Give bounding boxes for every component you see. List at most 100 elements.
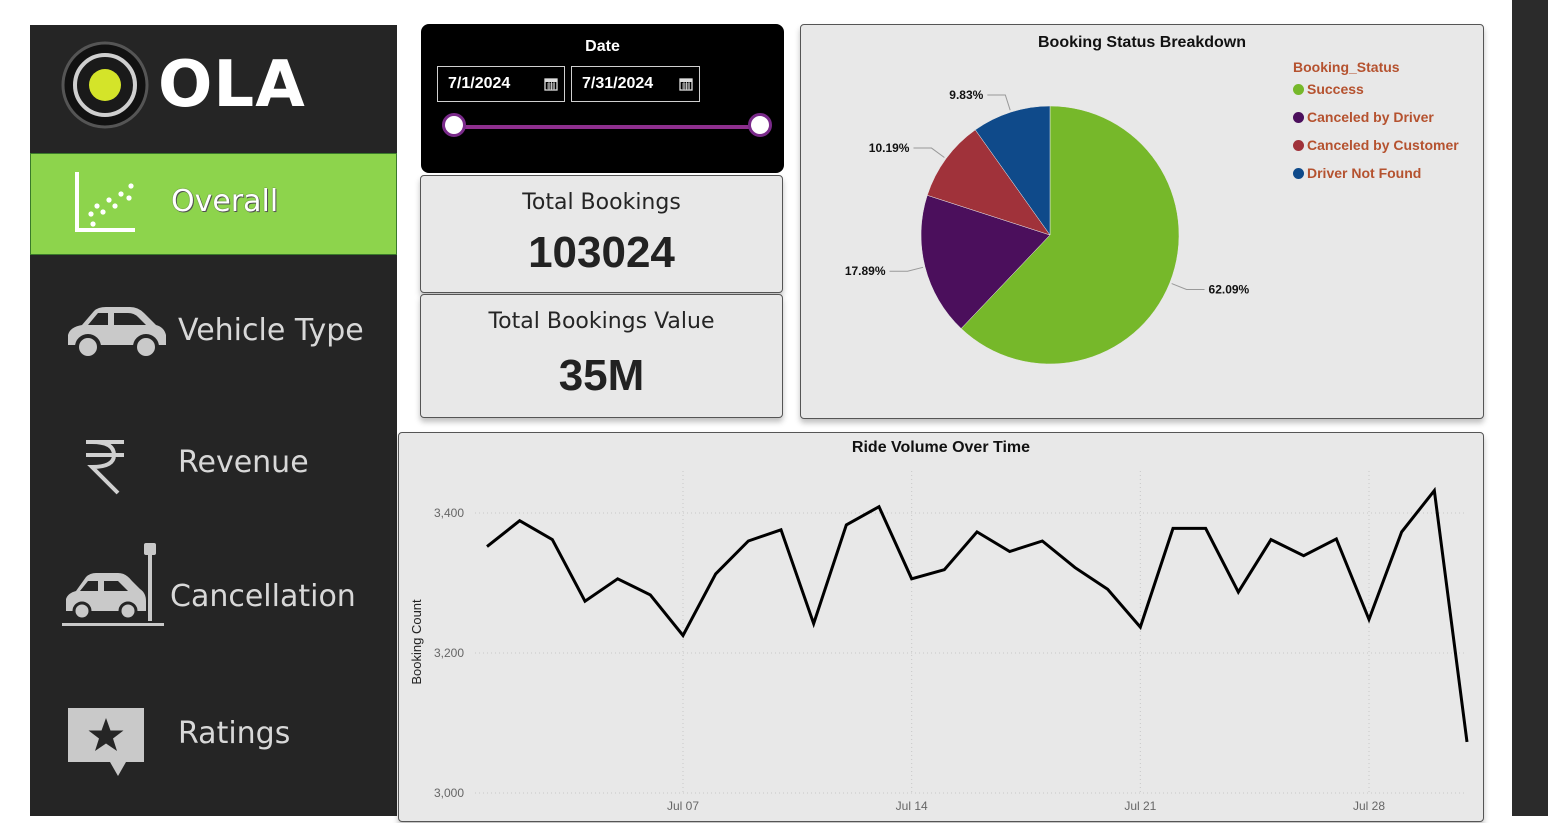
total-bookings-label: Total Bookings [522, 190, 681, 215]
booking-status-chart: Booking Status Breakdown 62.09% 17.89% 10.… [800, 24, 1484, 419]
date-filter-panel: Date 7/1/2024 7/31/2024 [421, 24, 784, 173]
legend-dot [1293, 168, 1304, 179]
ola-logo: OLA [60, 40, 330, 135]
car-icon [68, 307, 166, 360]
data-point[interactable] [1072, 565, 1078, 571]
data-point[interactable] [1007, 549, 1013, 555]
pie-data-label: 62.09% [1209, 283, 1250, 297]
data-point[interactable] [811, 621, 817, 627]
data-point[interactable] [1399, 529, 1405, 535]
nav-label-revenue: Revenue [178, 445, 309, 480]
sidebar-item-revenue[interactable]: Revenue [30, 413, 397, 515]
nav-label-overall: Overall [171, 184, 279, 219]
y-axis-label: Booking Count [409, 599, 424, 685]
pie-data-label: 17.89% [845, 264, 886, 278]
pie-leader-line [1171, 283, 1205, 291]
legend-dot [1293, 112, 1304, 123]
pie-legend: Booking_Status Success Canceled by Driver… [1293, 59, 1459, 193]
nav-label-ratings: Ratings [178, 716, 291, 751]
car-crash-icon [62, 543, 164, 626]
data-point[interactable] [1333, 536, 1339, 542]
total-value-value: 35M [558, 351, 645, 400]
logo-text: OLA [158, 48, 306, 122]
y-tick-label: 3,200 [434, 646, 464, 660]
sidebar: OLA Overall Vehicle Type Revenue Cancell… [30, 25, 397, 816]
data-point[interactable] [1137, 624, 1143, 630]
pie-data-label: 9.83% [949, 88, 983, 102]
total-bookings-value: 103024 [528, 228, 675, 277]
window-edge [1512, 0, 1548, 816]
data-point[interactable] [941, 567, 947, 573]
data-point[interactable] [974, 529, 980, 535]
y-tick-label: 3,000 [434, 786, 464, 800]
legend-item[interactable]: Success [1293, 81, 1459, 109]
data-point[interactable] [647, 592, 653, 598]
legend-label: Canceled by Customer [1307, 137, 1459, 153]
date-range-slider-track[interactable] [454, 125, 760, 129]
data-point[interactable] [778, 527, 784, 533]
line-chart-svg: 3,000 3,200 3,400 Jul 07 Jul 14 Jul 21 Jul 28 B… [409, 471, 1470, 813]
legend-item[interactable]: Canceled by Driver [1293, 109, 1459, 137]
sidebar-item-cancellation[interactable]: Cancellation [30, 543, 397, 645]
x-tick-label: Jul 14 [896, 799, 928, 813]
data-point[interactable] [1268, 537, 1274, 543]
end-date-value: 7/31/2024 [582, 75, 654, 92]
date-slider-end-handle[interactable] [748, 113, 772, 137]
data-point[interactable] [745, 538, 751, 544]
y-tick-label: 3,400 [434, 506, 464, 520]
pie-leader-line [913, 147, 945, 158]
data-point[interactable] [713, 571, 719, 577]
scatter-chart-icon [75, 172, 135, 232]
legend-item[interactable]: Driver Not Found [1293, 165, 1459, 193]
legend-dot [1293, 84, 1304, 95]
data-point[interactable] [1039, 538, 1045, 544]
sidebar-item-overall[interactable]: Overall [30, 153, 397, 255]
rupee-icon [86, 440, 124, 495]
data-point[interactable] [1464, 739, 1470, 745]
x-tick-label: Jul 07 [667, 799, 699, 813]
calendar-icon[interactable] [544, 77, 558, 91]
star-comment-icon [68, 708, 144, 776]
pie-data-label: 10.19% [869, 141, 910, 155]
data-point[interactable] [1366, 616, 1372, 622]
ola-logo-icon [61, 41, 149, 129]
ride-volume-chart: Ride Volume Over Time 3,000 3,200 3,400 Jul… [398, 432, 1484, 822]
data-point[interactable] [876, 504, 882, 510]
data-point[interactable] [1203, 525, 1209, 531]
nav-label-vehicle-type: Vehicle Type [178, 313, 364, 348]
data-point[interactable] [1170, 525, 1176, 531]
data-point[interactable] [1431, 488, 1437, 494]
x-tick-label: Jul 28 [1353, 799, 1385, 813]
data-point[interactable] [582, 598, 588, 604]
data-point[interactable] [843, 522, 849, 528]
data-point[interactable] [549, 537, 555, 543]
legend-title: Booking_Status [1293, 59, 1400, 75]
calendar-icon[interactable] [679, 77, 693, 91]
total-value-label: Total Bookings Value [488, 309, 715, 334]
data-point[interactable] [680, 633, 686, 639]
data-point[interactable] [484, 544, 490, 550]
nav-label-cancellation: Cancellation [170, 579, 356, 614]
date-slider-start-handle[interactable] [442, 113, 466, 137]
data-point[interactable] [1235, 589, 1241, 595]
data-point[interactable] [909, 576, 915, 582]
sidebar-item-vehicle-type[interactable]: Vehicle Type [30, 283, 397, 385]
legend-item[interactable]: Canceled by Customer [1293, 137, 1459, 165]
sidebar-item-ratings[interactable]: Ratings [30, 680, 397, 782]
data-point[interactable] [615, 576, 621, 582]
total-bookings-value-card: Total Bookings Value 35M [420, 294, 783, 418]
start-date-input[interactable]: 7/1/2024 [437, 66, 565, 102]
data-point[interactable] [517, 518, 523, 524]
series-line[interactable] [486, 486, 1469, 743]
date-filter-title: Date [585, 38, 620, 55]
legend-label: Driver Not Found [1307, 165, 1422, 181]
data-point[interactable] [1105, 586, 1111, 592]
end-date-input[interactable]: 7/31/2024 [571, 66, 700, 102]
total-bookings-card: Total Bookings 103024 [420, 175, 783, 293]
legend-label: Canceled by Driver [1307, 109, 1434, 125]
start-date-value: 7/1/2024 [448, 75, 511, 92]
data-point[interactable] [1301, 553, 1307, 559]
pie-leader-line [889, 266, 924, 272]
legend-label: Success [1307, 81, 1364, 97]
pie-leader-line [987, 94, 1011, 111]
